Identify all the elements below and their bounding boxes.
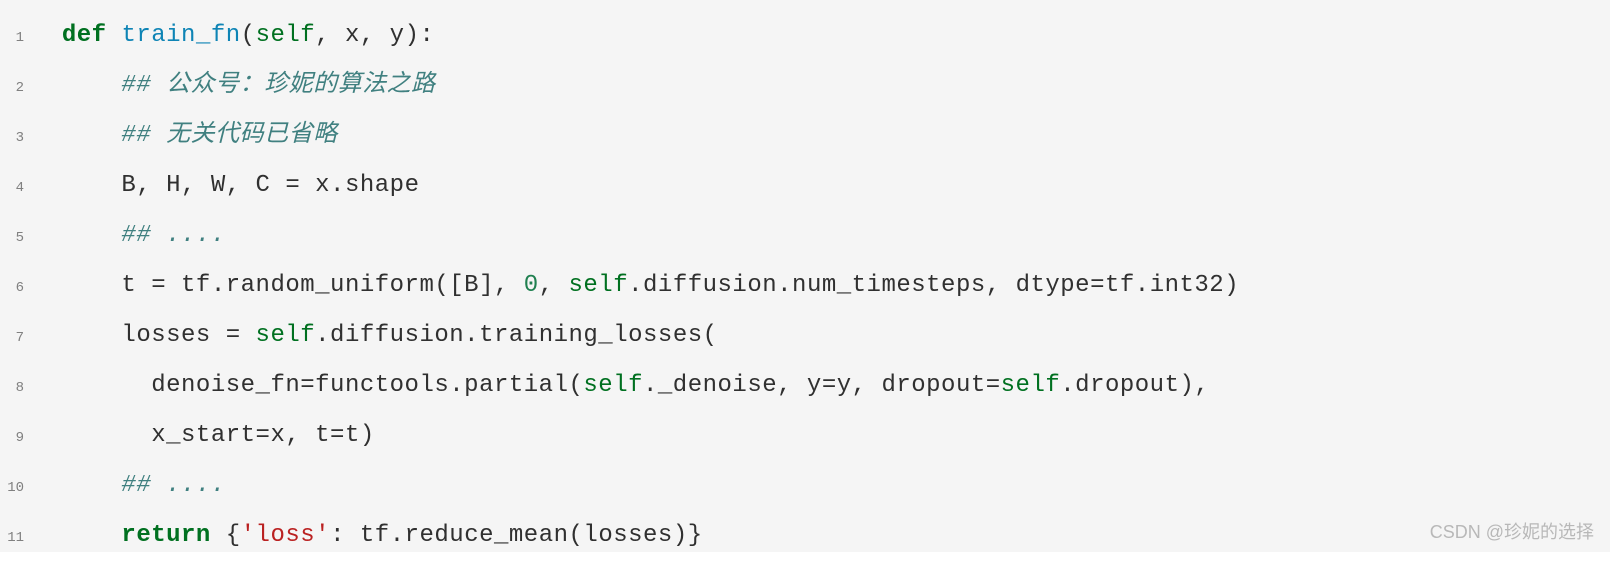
code-content: def train_fn(self, x, y): — [32, 12, 434, 60]
token-kw: def — [62, 22, 107, 49]
code-content: x_start=x, t=t) — [32, 412, 375, 460]
code-content: t = tf.random_uniform([B], 0, self.diffu… — [32, 262, 1239, 310]
token-plain: x_start=x, t=t) — [32, 422, 375, 449]
token-plain — [32, 22, 62, 49]
line-number: 3 — [0, 114, 32, 162]
token-plain: ._denoise, y=y, dropout= — [643, 372, 1001, 399]
code-line: 9 x_start=x, t=t) — [0, 412, 1610, 462]
token-plain: denoise_fn=functools.partial( — [32, 372, 583, 399]
token-num: 0 — [524, 272, 539, 299]
line-number: 5 — [0, 214, 32, 262]
code-block: 1 def train_fn(self, x, y):2 ## 公众号：珍妮的算… — [0, 0, 1610, 552]
code-content: ## .... — [32, 212, 226, 260]
code-line: 8 denoise_fn=functools.partial(self._den… — [0, 362, 1610, 412]
line-number: 10 — [0, 464, 32, 512]
code-line: 7 losses = self.diffusion.training_losse… — [0, 312, 1610, 362]
token-self: self — [569, 272, 629, 299]
token-plain: : tf.reduce_mean(losses)} — [330, 522, 703, 549]
token-self: self — [1001, 372, 1061, 399]
token-kw: return — [121, 522, 210, 549]
token-plain: t = tf.random_uniform([B], — [32, 272, 524, 299]
token-plain — [32, 72, 121, 99]
token-self: self — [583, 372, 643, 399]
code-line: 11 return {'loss': tf.reduce_mean(losses… — [0, 512, 1610, 562]
token-plain — [32, 522, 121, 549]
token-comment: ## 无关代码已省略 — [121, 122, 337, 149]
code-content: return {'loss': tf.reduce_mean(losses)} — [32, 512, 703, 560]
token-comment: ## .... — [121, 472, 225, 499]
token-plain — [107, 22, 122, 49]
token-self: self — [256, 322, 316, 349]
code-line: 5 ## .... — [0, 212, 1610, 262]
token-self: self — [256, 22, 316, 49]
code-content: ## 无关代码已省略 — [32, 112, 338, 160]
token-plain: .diffusion.training_losses( — [315, 322, 717, 349]
code-line: 10 ## .... — [0, 462, 1610, 512]
token-comment: ## 公众号：珍妮的算法之路 — [121, 72, 435, 99]
token-comment: ## .... — [121, 222, 225, 249]
token-str: 'loss' — [241, 522, 330, 549]
code-line: 6 t = tf.random_uniform([B], 0, self.dif… — [0, 262, 1610, 312]
token-plain: x.shape — [315, 172, 419, 199]
token-plain: = — [285, 172, 315, 199]
code-content: B, H, W, C = x.shape — [32, 162, 419, 210]
token-fn: train_fn — [121, 22, 240, 49]
code-line: 1 def train_fn(self, x, y): — [0, 12, 1610, 62]
line-number: 9 — [0, 414, 32, 462]
token-plain: losses = — [32, 322, 256, 349]
code-content: ## 公众号：珍妮的算法之路 — [32, 62, 436, 110]
code-line: 2 ## 公众号：珍妮的算法之路 — [0, 62, 1610, 112]
line-number: 2 — [0, 64, 32, 112]
code-line: 4 B, H, W, C = x.shape — [0, 162, 1610, 212]
line-number: 7 — [0, 314, 32, 362]
token-plain: ( — [241, 22, 256, 49]
token-plain: , — [539, 272, 569, 299]
line-number: 6 — [0, 264, 32, 312]
watermark: CSDN @珍妮的选择 — [1430, 518, 1594, 544]
token-plain: { — [211, 522, 241, 549]
token-plain — [32, 222, 121, 249]
token-plain — [32, 122, 121, 149]
token-plain — [32, 472, 121, 499]
code-content: denoise_fn=functools.partial(self._denoi… — [32, 362, 1209, 410]
code-content: ## .... — [32, 462, 226, 510]
token-plain: B, H, W, C — [32, 172, 285, 199]
line-number: 8 — [0, 364, 32, 412]
token-plain: , x, y): — [315, 22, 434, 49]
token-plain: .dropout), — [1060, 372, 1209, 399]
line-number: 11 — [0, 514, 32, 562]
code-content: losses = self.diffusion.training_losses( — [32, 312, 718, 360]
line-number: 4 — [0, 164, 32, 212]
line-number: 1 — [0, 14, 32, 62]
token-plain: .diffusion.num_timesteps, dtype=tf.int32… — [628, 272, 1239, 299]
code-line: 3 ## 无关代码已省略 — [0, 112, 1610, 162]
